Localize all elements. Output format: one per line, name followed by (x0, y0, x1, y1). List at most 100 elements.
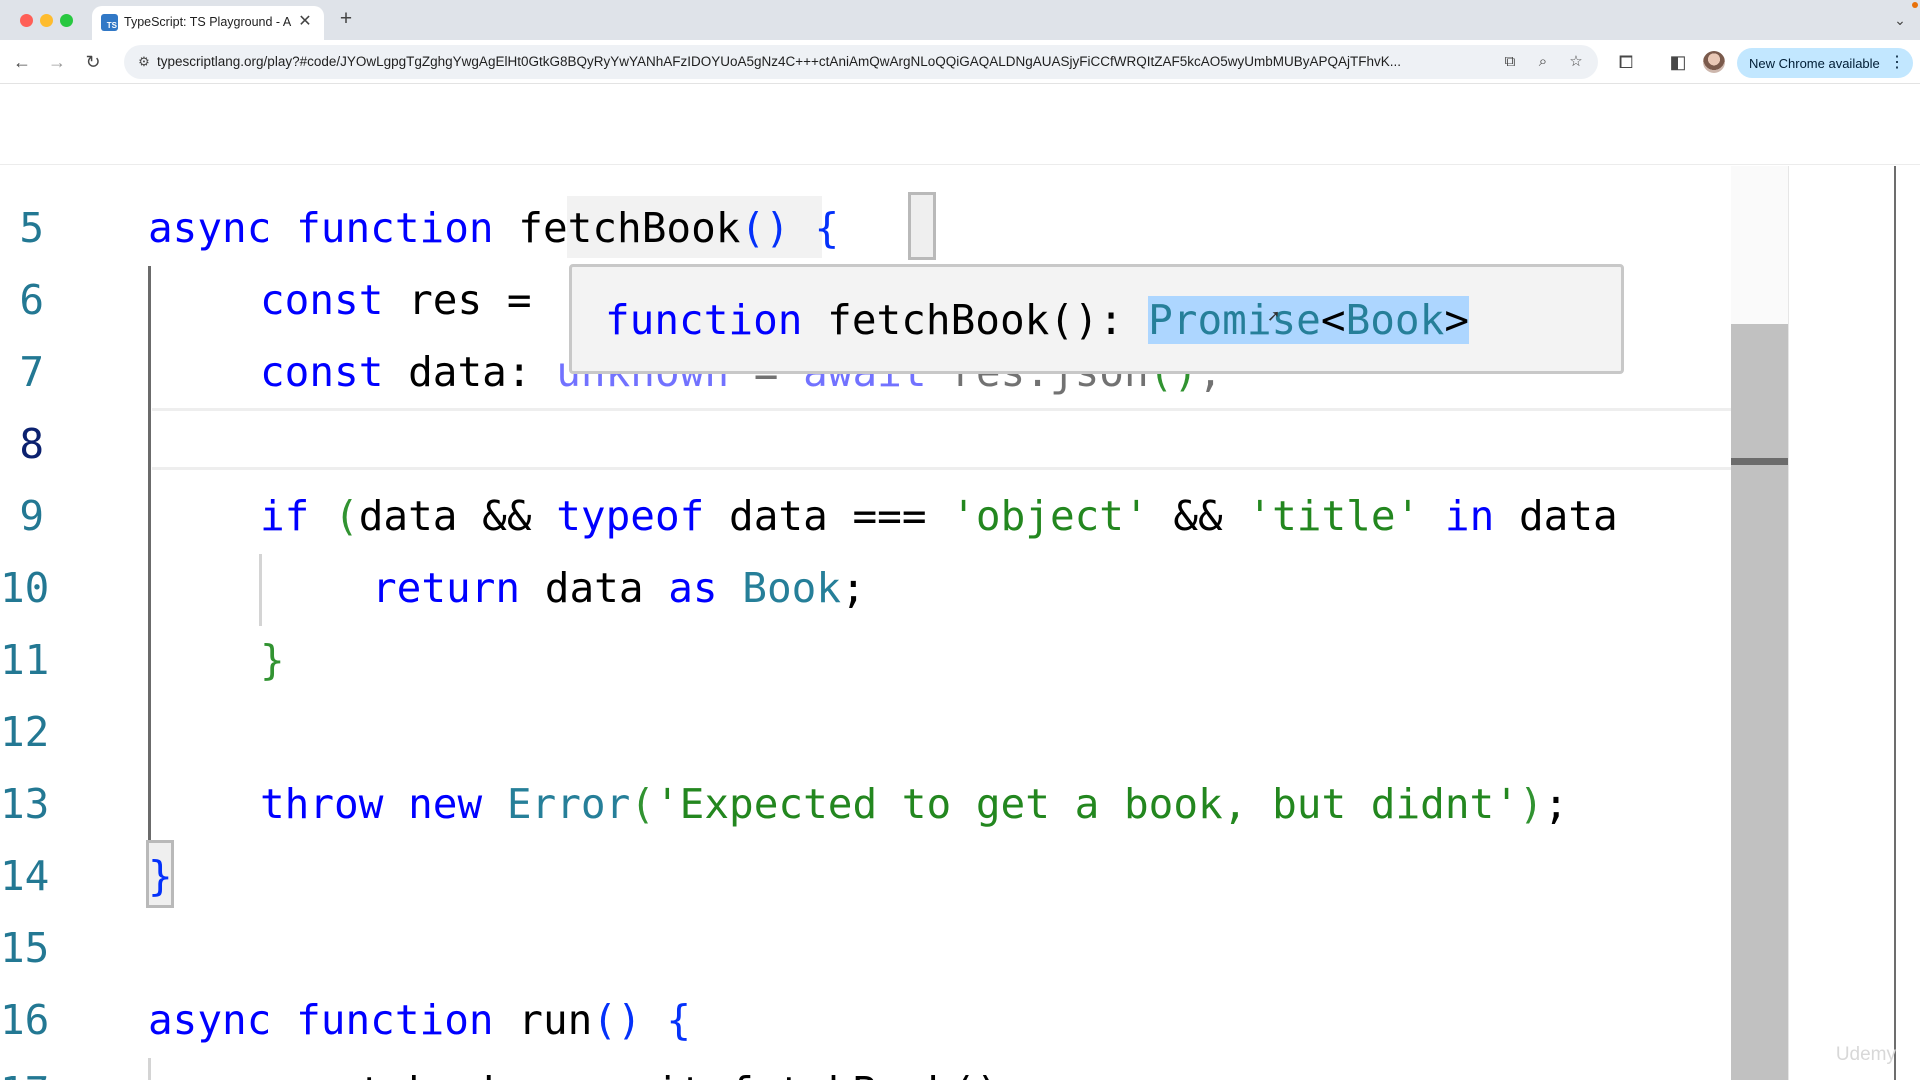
bracket-match-box (908, 192, 936, 260)
token: ) (1518, 780, 1544, 828)
code-line-16: async function run() { (148, 992, 691, 1048)
code-line-10: return data as Book; (372, 560, 866, 616)
line-number: 9 (19, 492, 44, 540)
code-line-13: throw new Error('Expected to get a book,… (260, 776, 1568, 832)
token: const (260, 348, 384, 396)
puzzle-icon[interactable]: ⧠ (1614, 50, 1638, 74)
token: throw (260, 780, 384, 828)
token: as (668, 564, 718, 612)
hover-selection: Promise<Book> (1148, 296, 1469, 344)
token: ; (841, 564, 866, 612)
token: Book (742, 564, 842, 612)
star-icon[interactable]: ☆ (1564, 50, 1588, 74)
token: run (518, 996, 593, 1044)
browser-tab[interactable]: TS TypeScript: TS Playground - A ✕ (92, 6, 324, 40)
token: } (260, 636, 285, 684)
current-line-highlight (152, 408, 1787, 470)
scrollbar-cursor-mark (1731, 458, 1788, 465)
indent-guide-active (148, 266, 151, 842)
token: function (296, 204, 494, 252)
token: 'object' (951, 492, 1149, 540)
token: async (148, 996, 272, 1044)
reload-icon[interactable]: ↻ (81, 50, 105, 74)
code-line-14: } (148, 848, 173, 904)
token: { (814, 204, 840, 252)
token: Promise (1148, 296, 1321, 344)
tab-title: TypeScript: TS Playground - A (124, 15, 292, 29)
address-bar[interactable]: ⚙ typescriptlang.org/play?#code/JYOwLgpg… (124, 45, 1598, 79)
zoom-icon[interactable]: ⌕ (1531, 50, 1555, 74)
token: if (260, 492, 310, 540)
minimize-window-button[interactable] (40, 14, 53, 27)
token: fetchBook(): (827, 296, 1124, 344)
line-number: 17 (0, 1064, 49, 1080)
token: ( (630, 780, 655, 828)
hover-signature: function fetchBook(): Promise<Book> (605, 292, 1469, 348)
token: const book = await fetchBook(); (260, 1068, 1025, 1080)
tab-strip: TS TypeScript: TS Playground - A ✕ + ⌄ (0, 0, 1920, 40)
indent-guide (148, 1058, 151, 1080)
line-number: 16 (0, 996, 50, 1044)
kebab-menu-icon[interactable]: ⋮ (1889, 51, 1905, 75)
right-pane (1788, 166, 1920, 1080)
token: data && (358, 492, 532, 540)
code-line-5: async function fetchBook() { (148, 200, 839, 256)
tab-search-chevron-icon[interactable]: ⌄ (1890, 10, 1910, 30)
playground-header (0, 85, 1920, 165)
type-hover-tooltip: function fetchBook(): Promise<Book> (569, 264, 1624, 374)
token: ( (334, 492, 359, 540)
token: return (372, 564, 521, 612)
token: data === (729, 492, 927, 540)
line-number: 6 (19, 276, 44, 324)
token: < (1320, 296, 1346, 344)
side-panel-icon[interactable]: ◧ (1666, 50, 1690, 74)
token: in (1444, 492, 1495, 540)
forward-arrow-icon[interactable]: → (45, 50, 69, 74)
profile-avatar[interactable] (1703, 51, 1725, 73)
line-number: 7 (19, 348, 44, 396)
code-line-11: } (260, 632, 285, 688)
line-number: 12 (0, 708, 50, 756)
token: { (666, 996, 692, 1044)
token: function (296, 996, 494, 1044)
token: data: (408, 348, 532, 396)
token: ; (1543, 780, 1569, 828)
code-line-6: const res = (260, 272, 532, 328)
close-window-button[interactable] (20, 14, 33, 27)
udemy-watermark: Udemy (1835, 1044, 1896, 1065)
update-label: New Chrome available (1749, 56, 1880, 71)
token: data (1518, 492, 1618, 540)
code-line-17: const book = await fetchBook(); (260, 1064, 1025, 1080)
token: const (260, 276, 384, 324)
token: () (592, 996, 642, 1044)
token: Book (1345, 296, 1445, 344)
indent-guide (259, 554, 262, 626)
line-number: 13 (0, 780, 50, 828)
token: async (148, 204, 272, 252)
token: 'Expected to get a book, but didnt' (654, 780, 1519, 828)
back-arrow-icon[interactable]: ← (10, 50, 34, 74)
code-editor[interactable]: 5 6 7 8 9 10 11 12 13 14 15 16 17 async … (0, 166, 1787, 1080)
close-tab-icon[interactable]: ✕ (296, 13, 314, 31)
typescript-favicon-icon: TS (101, 14, 118, 31)
token: Error (506, 780, 631, 828)
token: } (148, 852, 173, 900)
maximize-window-button[interactable] (60, 14, 73, 27)
url-text[interactable]: typescriptlang.org/play?#code/JYOwLgpgTg… (157, 54, 1487, 69)
token: > (1444, 296, 1469, 344)
line-number: 10 (0, 564, 50, 612)
new-tab-icon[interactable]: + (334, 8, 358, 32)
tune-icon[interactable]: ⚙ (132, 50, 156, 74)
token: typeof (556, 492, 705, 540)
mouse-pointer-icon: ➚ (1267, 308, 1281, 325)
token: new (408, 780, 483, 828)
install-icon[interactable]: ⧉ (1498, 50, 1522, 74)
line-number: 14 (0, 852, 50, 900)
scrollbar-thumb[interactable] (1731, 324, 1788, 1080)
pane-divider[interactable] (1894, 166, 1896, 1080)
new-chrome-available-button[interactable]: New Chrome available ⋮ (1737, 48, 1913, 78)
line-number: 8 (19, 420, 44, 468)
line-number: 11 (0, 636, 50, 684)
token: res = (408, 276, 532, 324)
token: () (740, 204, 790, 252)
